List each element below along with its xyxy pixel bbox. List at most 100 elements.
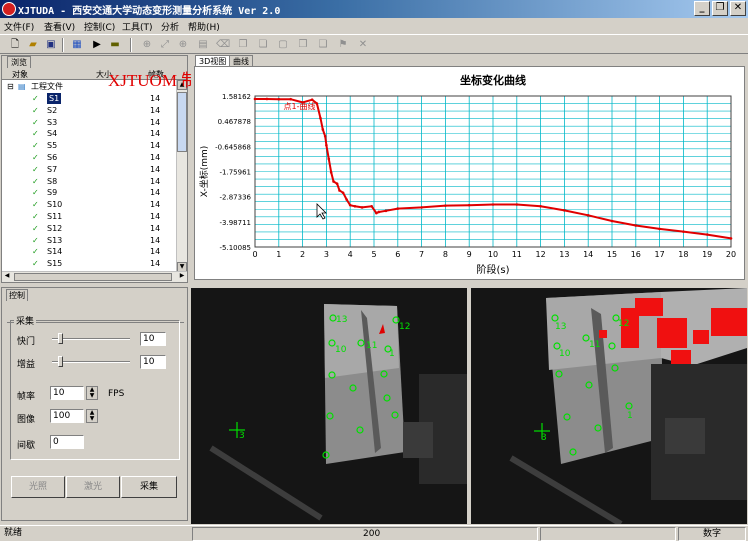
- tree-item-frames: 14: [150, 235, 161, 245]
- light-button[interactable]: 光照: [11, 476, 65, 498]
- app-icon: [2, 2, 16, 16]
- cancel-icon[interactable]: ✕: [356, 38, 370, 52]
- shutter-slider-thumb[interactable]: [57, 333, 63, 344]
- status-ready: 就绪: [4, 528, 23, 538]
- framerate-spinner-icon[interactable]: ▲ ▼: [86, 386, 98, 400]
- delete-icon[interactable]: ⌫: [216, 38, 230, 52]
- save-icon[interactable]: ▣: [44, 38, 58, 52]
- left-marker-label: 12: [399, 322, 410, 332]
- copy-icon[interactable]: ❐: [236, 38, 250, 52]
- new-file-icon[interactable]: 🗋: [8, 38, 22, 52]
- tree-item[interactable]: ✓ S3 14: [2, 117, 177, 129]
- tree-item-frames: 14: [150, 247, 161, 257]
- hscroll-thumb[interactable]: [14, 273, 172, 281]
- interval-input[interactable]: 0: [50, 435, 84, 449]
- scroll-left-icon[interactable]: ◀: [2, 272, 12, 282]
- tree-item-frames: 14: [150, 212, 161, 221]
- image-icon[interactable]: ▤: [196, 38, 210, 52]
- data-point: [360, 206, 364, 209]
- chart-title: 坐标变化曲线: [460, 73, 526, 87]
- tree-item[interactable]: ✓ S1 14: [2, 93, 177, 105]
- x-tick-label: 18: [678, 250, 688, 259]
- laser-button[interactable]: 激光: [66, 476, 120, 498]
- collapse-icon[interactable]: ⊟: [7, 81, 14, 92]
- capture-button[interactable]: 采集: [121, 476, 177, 498]
- zoom-in-icon[interactable]: ⊕: [176, 38, 190, 52]
- x-tick-label: 15: [607, 250, 617, 259]
- tree-item[interactable]: ✓ S2 14: [2, 105, 177, 117]
- minimize-button[interactable]: _: [694, 1, 710, 16]
- shutter-slider[interactable]: [52, 338, 130, 340]
- browser-vertical-scrollbar[interactable]: ▲ ▼: [176, 80, 187, 272]
- group-icon[interactable]: ❑: [316, 38, 330, 52]
- framerate-input[interactable]: 10: [50, 386, 84, 400]
- tree-item[interactable]: ✓ S8 14: [2, 176, 177, 188]
- right-marker-label: 11: [589, 340, 600, 350]
- tree-item-frames: 14: [150, 141, 161, 151]
- menu-control[interactable]: 控制(C): [84, 20, 115, 33]
- tree-item[interactable]: ✓ S4 14: [2, 128, 177, 140]
- x-tick-label: 16: [631, 250, 641, 259]
- tree-item[interactable]: ✓ S6 14: [2, 152, 177, 164]
- tree-item-frames: 14: [150, 188, 161, 198]
- status-bar: 就绪 200 数字: [0, 525, 748, 541]
- scroll-right-icon[interactable]: ▶: [177, 272, 187, 282]
- tree-item[interactable]: ✓ S10 14: [2, 199, 177, 211]
- record-icon[interactable]: ▬: [108, 38, 122, 52]
- menu-view[interactable]: 查看(V): [44, 20, 75, 33]
- camera-icon[interactable]: ▦: [70, 38, 84, 52]
- close-button[interactable]: ✕: [730, 1, 746, 16]
- tree-item[interactable]: ✓ S11 14: [2, 211, 177, 223]
- tree-item-name: S2: [47, 105, 58, 115]
- stack-icon[interactable]: ❒: [296, 38, 310, 52]
- zoom-icon[interactable]: ⊕: [140, 38, 154, 52]
- flag-icon[interactable]: ⚑: [336, 38, 350, 52]
- camera-view-right[interactable]: 13 11 10 12 1 3: [471, 288, 747, 524]
- x-tick-label: 7: [419, 250, 424, 259]
- browser-horizontal-scrollbar[interactable]: ◀ ▶: [2, 271, 187, 282]
- tree-item[interactable]: ✓ S12 14: [2, 223, 177, 235]
- menu-help[interactable]: 帮助(H): [188, 20, 220, 33]
- gain-slider[interactable]: [52, 361, 130, 363]
- open-folder-icon[interactable]: ▰: [26, 38, 40, 52]
- tab-control[interactable]: 控制: [6, 289, 28, 301]
- data-point: [705, 233, 709, 236]
- tree-item-name: S3: [47, 117, 58, 127]
- data-point: [377, 210, 381, 214]
- menu-tools[interactable]: 工具(T): [122, 20, 153, 33]
- check-icon: ✓: [32, 117, 39, 127]
- data-point: [341, 191, 345, 195]
- data-point: [563, 209, 566, 212]
- shutter-label: 快门: [17, 337, 36, 347]
- tree-item[interactable]: ✓ S5 14: [2, 140, 177, 152]
- images-spinner-icon[interactable]: ▲ ▼: [86, 409, 98, 423]
- data-point: [515, 203, 519, 206]
- gain-value[interactable]: 10: [140, 355, 166, 369]
- tab-browse[interactable]: 浏览: [7, 56, 31, 68]
- tree-item-name: S12: [47, 223, 63, 233]
- images-input[interactable]: 100: [50, 409, 84, 423]
- tree-item[interactable]: ✓ S9 14: [2, 187, 177, 199]
- shutter-value[interactable]: 10: [140, 332, 166, 346]
- x-tick-label: 12: [536, 250, 546, 259]
- tree-item-name: S14: [47, 247, 63, 257]
- tree-item[interactable]: ✓ S13 14: [2, 235, 177, 247]
- tree-item[interactable]: ✓ S14 14: [2, 246, 177, 258]
- capture-group-label: 采集: [14, 314, 37, 327]
- menu-analysis[interactable]: 分析: [161, 20, 179, 33]
- frame-icon[interactable]: ▢: [276, 38, 290, 52]
- menu-file[interactable]: 文件(F): [4, 20, 34, 33]
- layer-icon[interactable]: ❏: [256, 38, 270, 52]
- tree-item-frames: 14: [150, 117, 161, 127]
- tree-item[interactable]: ✓ S15 14: [2, 258, 177, 270]
- fit-icon[interactable]: ⤢: [158, 38, 172, 52]
- play-icon[interactable]: ▶: [90, 38, 104, 52]
- check-icon: ✓: [32, 259, 39, 269]
- gain-slider-thumb[interactable]: [57, 356, 63, 367]
- scroll-thumb[interactable]: [177, 92, 187, 152]
- camera-view-left[interactable]: 13 12 10 11 1 3: [191, 288, 467, 524]
- tree-item[interactable]: ✓ S7 14: [2, 164, 177, 176]
- tree-item-frames: 14: [150, 105, 161, 115]
- column-object[interactable]: 对象: [12, 69, 28, 80]
- maximize-button[interactable]: ❐: [712, 1, 728, 16]
